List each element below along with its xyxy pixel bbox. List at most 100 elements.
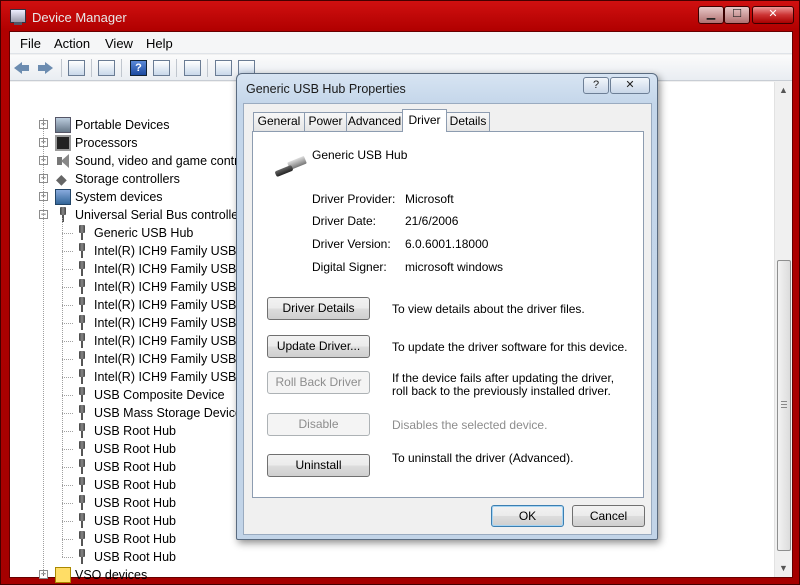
digital-signer-label: Digital Signer: [312, 260, 387, 274]
vertical-scrollbar[interactable]: ▲ ▼ [774, 82, 792, 577]
title-bar[interactable]: Device Manager ▁ ☐ ✕ [1, 1, 800, 31]
tree-guide-line [62, 503, 73, 504]
tree-guide-line [62, 449, 73, 450]
tree-guide-line [62, 485, 73, 486]
tree-guide-line [62, 359, 73, 360]
tree-guide-line [62, 323, 73, 324]
tree-item-label: USB Composite Device [94, 388, 225, 402]
minimize-button[interactable]: ▁ [698, 6, 724, 24]
portable-device-icon [55, 117, 71, 133]
usb-device-icon [74, 351, 90, 367]
tree-guide-line [62, 218, 63, 557]
update-driver-description: To update the driver software for this d… [392, 340, 628, 354]
maximize-button[interactable]: ☐ [724, 6, 750, 24]
roll-back-driver-description: If the device fails after updating the d… [392, 371, 615, 398]
close-button[interactable]: ✕ [752, 6, 794, 24]
processor-icon [55, 135, 71, 151]
usb-device-icon [74, 387, 90, 403]
refresh-icon[interactable] [98, 60, 115, 76]
usb-device-icon [74, 459, 90, 475]
dialog-close-button[interactable]: ✕ [610, 77, 650, 94]
dialog-help-button[interactable]: ? [583, 77, 609, 94]
window-title: Device Manager [32, 10, 127, 25]
tree-item-label: USB Root Hub [94, 424, 176, 438]
usb-device-icon [74, 225, 90, 241]
tree-guide-line [62, 431, 73, 432]
tree-item-usb-device[interactable]: USB Root Hub [10, 548, 770, 566]
tab-power[interactable]: Power [304, 112, 347, 131]
scrollbar-thumb[interactable] [777, 260, 791, 551]
tree-guide-line [62, 341, 73, 342]
speaker-icon [55, 153, 71, 169]
menu-help[interactable]: Help [146, 36, 173, 51]
usb-icon [55, 207, 71, 223]
ok-button[interactable]: OK [491, 505, 564, 527]
scroll-up-arrow-icon[interactable]: ▲ [775, 82, 792, 99]
tree-item-label: System devices [75, 190, 163, 204]
tree-item-label: Universal Serial Bus controllers [75, 208, 249, 222]
menu-view[interactable]: View [105, 36, 133, 51]
driver-provider-value: Microsoft [405, 192, 454, 206]
tree-guide-line [62, 413, 73, 414]
roll-back-driver-button[interactable]: Roll Back Driver [267, 371, 370, 394]
scroll-down-arrow-icon[interactable]: ▼ [775, 560, 792, 577]
back-arrow-icon[interactable] [14, 60, 31, 76]
disable-button[interactable]: Disable [267, 413, 370, 436]
driver-details-description: To view details about the driver files. [392, 302, 585, 316]
tree-item-label: USB Root Hub [94, 442, 176, 456]
menu-action[interactable]: Action [54, 36, 90, 51]
scrollbar-grip-icon [781, 401, 787, 408]
properties-icon[interactable] [68, 60, 85, 76]
tree-item-label: Portable Devices [75, 118, 170, 132]
tree-guide-line [62, 467, 73, 468]
device-manager-icon [10, 9, 26, 25]
usb-device-icon [74, 495, 90, 511]
tree-guide-line [43, 118, 44, 574]
tree-guide-line [62, 251, 73, 252]
tree-guide-line [62, 233, 73, 234]
scan-hardware-icon[interactable] [184, 60, 201, 76]
uninstall-description: To uninstall the driver (Advanced). [392, 451, 574, 465]
usb-device-icon [74, 513, 90, 529]
tab-general[interactable]: General [253, 112, 305, 131]
uninstall-button[interactable]: Uninstall [267, 454, 370, 477]
tree-category-vso-devices[interactable]: + VSO devices [10, 566, 770, 584]
update-driver-icon[interactable] [215, 60, 232, 76]
usb-device-icon [74, 531, 90, 547]
usb-device-icon [74, 477, 90, 493]
tab-driver[interactable]: Driver [402, 109, 447, 132]
usb-device-icon [74, 243, 90, 259]
maximize-icon: ☐ [732, 8, 742, 20]
tree-guide-line [62, 269, 73, 270]
properties-sheet-icon[interactable] [153, 60, 170, 76]
usb-device-icon [74, 315, 90, 331]
cancel-button[interactable]: Cancel [572, 505, 645, 527]
driver-version-value: 6.0.6001.18000 [405, 237, 489, 251]
toolbar-separator [61, 59, 62, 77]
digital-signer-value: microsoft windows [405, 260, 504, 274]
usb-device-icon [74, 297, 90, 313]
driver-provider-label: Driver Provider: [312, 192, 396, 206]
tree-item-label: USB Root Hub [94, 514, 176, 528]
storage-controller-icon [55, 170, 71, 188]
toolbar-separator [176, 59, 177, 77]
disable-description: Disables the selected device. [392, 418, 548, 432]
tab-details[interactable]: Details [446, 112, 490, 131]
forward-arrow-icon[interactable] [37, 60, 54, 76]
tree-item-label: USB Mass Storage Device [94, 406, 242, 420]
tree-item-label: USB Root Hub [94, 496, 176, 510]
usb-device-icon [74, 549, 90, 565]
update-driver-button[interactable]: Update Driver... [267, 335, 370, 358]
tree-item-label: Storage controllers [75, 172, 180, 186]
minimize-icon: ▁ [706, 8, 716, 20]
tree-guide-line [62, 377, 73, 378]
dialog-title: Generic USB Hub Properties [246, 82, 406, 96]
driver-details-button[interactable]: Driver Details [267, 297, 370, 320]
close-icon: ✕ [768, 8, 778, 20]
vso-device-icon [55, 567, 71, 583]
tab-advanced[interactable]: Advanced [346, 112, 403, 131]
tree-item-label: USB Root Hub [94, 532, 176, 546]
help-icon[interactable]: ? [130, 60, 147, 76]
system-devices-icon [55, 189, 71, 205]
menu-file[interactable]: File [20, 36, 41, 51]
